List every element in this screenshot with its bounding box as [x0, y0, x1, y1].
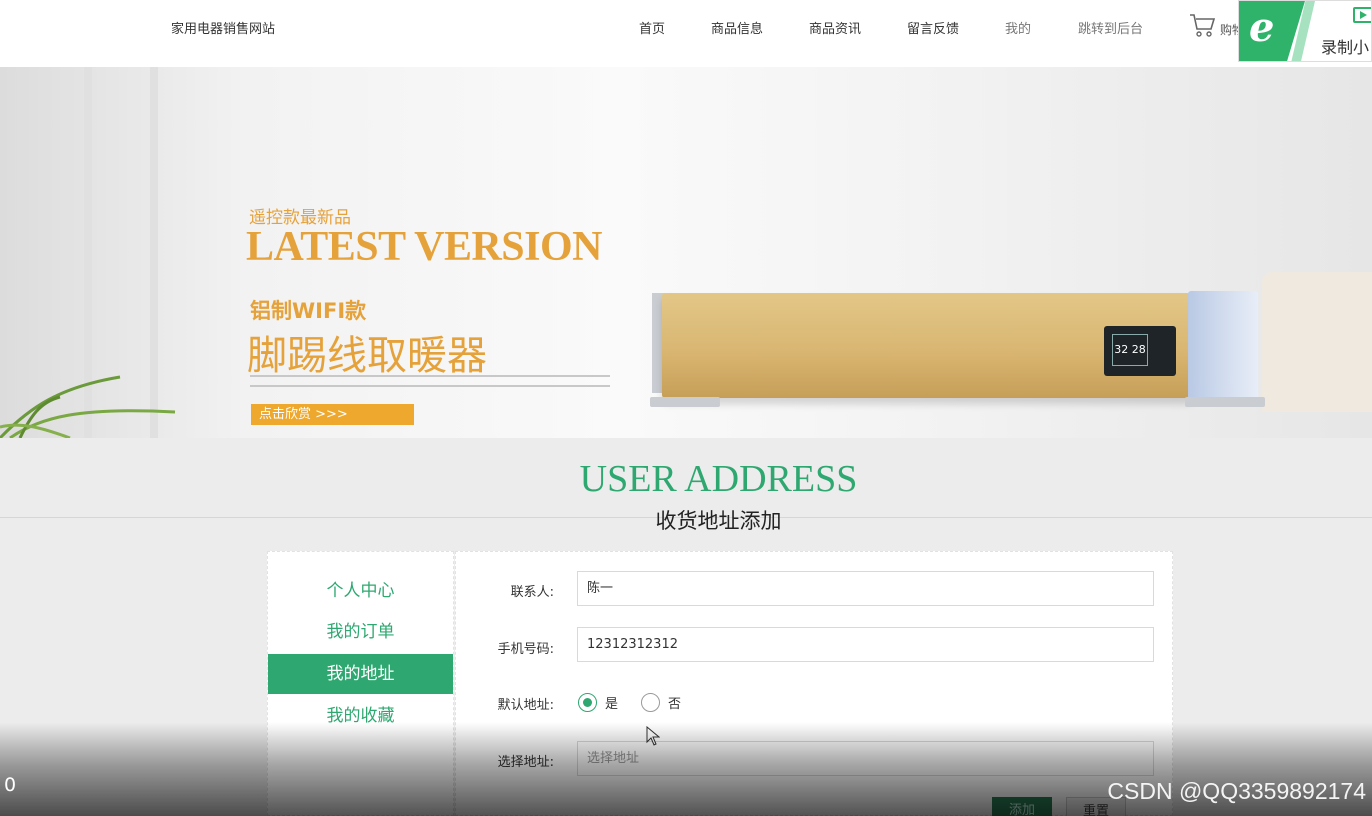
section-title-en: USER ADDRESS [579, 458, 858, 500]
recorder-logo-icon: e [1249, 4, 1275, 51]
nav-mine[interactable]: 我的 [1005, 18, 1031, 37]
sidebar-item-address[interactable]: 我的地址 [268, 654, 453, 694]
banner-view-button[interactable]: 点击欣赏 >>> [251, 404, 414, 425]
phone-input[interactable]: 12312312312 [577, 627, 1154, 662]
banner-fine-print [250, 375, 610, 387]
nav-home[interactable]: 首页 [639, 18, 665, 37]
banner-tag: 铝制WIFI款 [250, 299, 367, 323]
heater-control-panel: 32 28 [1104, 326, 1176, 376]
radio-checked-icon [578, 693, 597, 712]
sidebar-item-profile[interactable]: 个人中心 [268, 571, 453, 611]
banner-product-name: 脚踢线取暖器 [247, 333, 487, 379]
top-header: 家用电器销售网站 首页 商品信息 商品资讯 留言反馈 我的 跳转到后台 购物车 … [0, 0, 1372, 67]
default-yes-radio[interactable]: 是 [578, 693, 618, 712]
heater-foot [650, 397, 720, 407]
radio-unchecked-icon [641, 693, 660, 712]
mouse-cursor-icon [646, 726, 660, 746]
contact-label: 联系人: [510, 585, 554, 600]
site-name[interactable]: 家用电器销售网站 [171, 18, 275, 37]
nav-feedback[interactable]: 留言反馈 [907, 18, 959, 37]
heater-endcap [1188, 291, 1258, 401]
contact-input[interactable]: 陈一 [577, 571, 1154, 606]
plant-image [0, 375, 176, 438]
user-sidebar: 个人中心 我的订单 我的地址 我的收藏 [267, 551, 454, 816]
phone-label: 手机号码: [497, 642, 554, 657]
default-address-label: 默认地址: [497, 698, 554, 713]
banner-title: LATEST VERSION [246, 224, 603, 270]
hero-banner[interactable]: 遥控款最新品 LATEST VERSION 铝制WIFI款 脚踢线取暖器 点击欣… [0, 67, 1372, 438]
default-no-label: 否 [668, 697, 682, 712]
csdn-watermark: CSDN @QQ3359892174 [1107, 778, 1366, 804]
address-select-label: 选择地址: [497, 755, 554, 770]
nav-admin[interactable]: 跳转到后台 [1078, 18, 1143, 37]
address-select-input[interactable]: 选择地址 [577, 741, 1154, 776]
heater-foot [1185, 397, 1265, 407]
add-button[interactable]: 添加 [992, 797, 1052, 816]
sidebar-item-favorites[interactable]: 我的收藏 [268, 696, 453, 736]
recorder-label: 录制小 [1321, 38, 1370, 57]
nav-products[interactable]: 商品信息 [711, 18, 763, 37]
screen-recorder-badge[interactable]: e 录制小 [1238, 0, 1372, 62]
default-no-radio[interactable]: 否 [641, 693, 681, 712]
section-title-cn: 收货地址添加 [655, 509, 782, 533]
sofa-image [1262, 272, 1372, 412]
address-form: 联系人: 陈一 手机号码: 12312312312 默认地址: 是 否 选择地址… [455, 551, 1173, 816]
heater-display: 32 28 [1112, 334, 1148, 366]
default-yes-label: 是 [605, 697, 619, 712]
record-video-icon [1353, 7, 1371, 23]
sidebar-item-orders[interactable]: 我的订单 [268, 612, 453, 652]
video-time: 0 [4, 774, 17, 796]
cart-icon [1190, 14, 1216, 37]
nav-news[interactable]: 商品资讯 [809, 18, 861, 37]
